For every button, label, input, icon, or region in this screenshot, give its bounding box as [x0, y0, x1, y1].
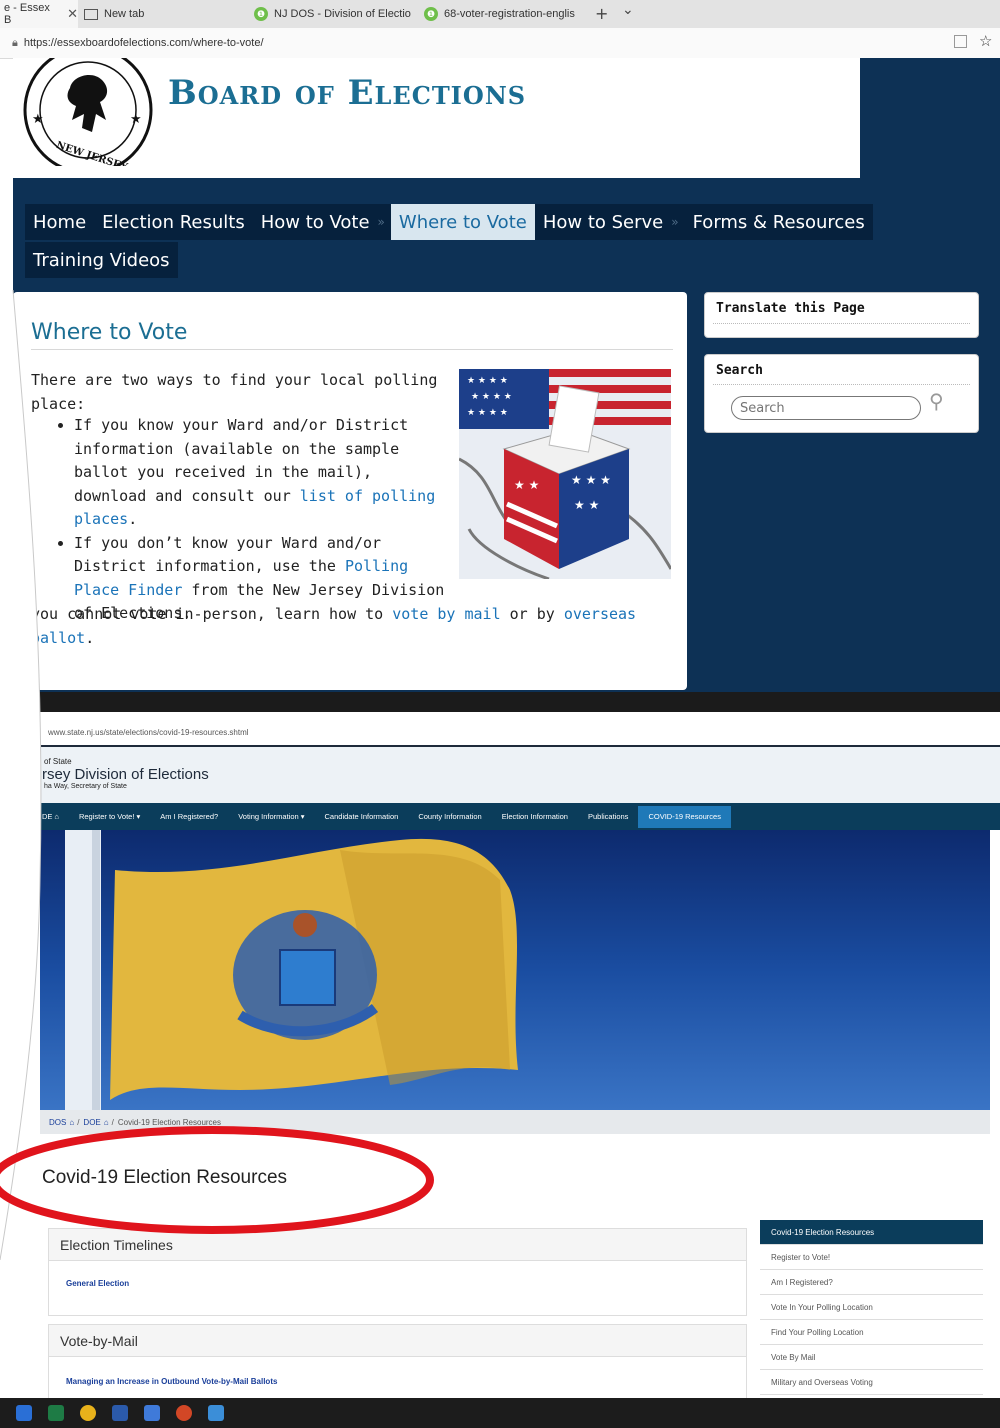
title-divider	[31, 349, 673, 350]
nj-header: of State rsey Division of Elections ha W…	[40, 747, 1000, 803]
outlook-icon[interactable]	[16, 1405, 32, 1421]
svg-text:★ ★ ★: ★ ★ ★	[571, 473, 611, 487]
bullet-text: If you don’t know your Ward and/or Distr…	[74, 533, 382, 576]
side-item-register[interactable]: Register to Vote!	[760, 1245, 983, 1270]
svg-text:★: ★	[130, 112, 142, 127]
translate-widget-title[interactable]: Translate this Page	[716, 301, 865, 316]
side-item-find-polling[interactable]: Find Your Polling Location	[760, 1320, 983, 1345]
tab-label: e - Essex B	[4, 2, 50, 26]
svg-text:★ ★: ★ ★	[574, 498, 599, 512]
general-election-link[interactable]: General Election	[66, 1279, 129, 1288]
main-nav: Home Election Results How to Vote » Wher…	[25, 204, 873, 240]
dropdown-chevron-icon: »	[377, 215, 385, 229]
search-widget: Search ⚲	[704, 354, 979, 433]
closing-text: .	[85, 628, 95, 647]
tab-nj-dos[interactable]: ❶ NJ DOS - Division of Electio	[250, 0, 418, 28]
site-title[interactable]: Board of Elections	[168, 73, 526, 113]
nj-nav-candidate-info[interactable]: Candidate Information	[315, 806, 409, 828]
favorite-star-icon[interactable]: ☆	[979, 32, 992, 50]
ballot-box-image: ★ ★ ★ ★ ★ ★ ★ ★ ★ ★ ★ ★ ★ ★ ★ ★ ★ ★ ★	[459, 369, 671, 579]
side-item-vote-by-mail[interactable]: Vote By Mail	[760, 1345, 983, 1370]
svg-text:★ ★ ★ ★: ★ ★ ★ ★	[467, 408, 508, 418]
nj-url-text[interactable]: www.state.nj.us/state/elections/covid-19…	[48, 728, 249, 737]
excel-icon[interactable]	[48, 1405, 64, 1421]
nj-nav-county-info[interactable]: County Information	[408, 806, 491, 828]
alternate-voting-text: you cannot vote in-person, learn how to …	[31, 603, 681, 650]
nj-flag-image	[65, 830, 518, 1110]
windows-taskbar	[0, 1398, 1000, 1428]
side-item-covid-resources[interactable]: Covid-19 Election Resources	[760, 1220, 983, 1245]
intro-text: There are two ways to find your local po…	[31, 371, 438, 413]
vote-by-mail-panel: Vote-by-Mail Managing an Increase in Out…	[48, 1324, 747, 1400]
nj-nav-voting-info[interactable]: Voting Information ▾	[228, 806, 314, 828]
closing-text: or by	[500, 605, 564, 623]
nav-how-to-serve[interactable]: How to Serve	[535, 204, 671, 240]
browser-tab-bar: e - Essex B ✕ New tab ❶ NJ DOS - Divisio…	[0, 0, 1000, 29]
powerpoint-icon[interactable]	[176, 1405, 192, 1421]
nav-how-to-vote[interactable]: How to Vote	[253, 204, 378, 240]
nj-nav-election-info[interactable]: Election Information	[492, 806, 578, 828]
word-icon[interactable]	[112, 1405, 128, 1421]
side-item-am-i-registered[interactable]: Am I Registered?	[760, 1270, 983, 1295]
nj-nav-publications[interactable]: Publications	[578, 806, 638, 828]
side-item-military-overseas[interactable]: Military and Overseas Voting	[760, 1370, 983, 1395]
screenshot-divider	[0, 692, 1000, 712]
nj-icon: ❶	[424, 7, 438, 21]
nav-election-results[interactable]: Election Results	[94, 204, 253, 240]
tab-voter-reg[interactable]: ❶ 68-voter-registration-englis	[420, 0, 588, 28]
chrome-icon[interactable]	[80, 1405, 96, 1421]
nj-nav-am-i-registered[interactable]: Am I Registered?	[150, 806, 228, 828]
nj-nav-covid-resources[interactable]: COVID-19 Resources	[638, 805, 731, 828]
red-annotation-circle	[0, 1126, 434, 1234]
nj-side-nav: Covid-19 Election Resources Register to …	[760, 1220, 983, 1400]
tab-menu-button[interactable]: ⌄	[622, 2, 634, 18]
lock-icon: 🔒︎	[12, 36, 18, 49]
newtab-icon	[84, 8, 98, 20]
nav-forms-resources[interactable]: Forms & Resources	[685, 204, 873, 240]
widget-divider	[713, 323, 970, 324]
teams-icon[interactable]	[144, 1405, 160, 1421]
tab-label: 68-voter-registration-englis	[444, 8, 575, 20]
instructions-list: If you know your Ward and/or District in…	[31, 414, 449, 626]
translate-widget: Translate this Page	[704, 292, 979, 338]
side-item-vote-in-polling[interactable]: Vote In Your Polling Location	[760, 1295, 983, 1320]
svg-text:★ ★ ★ ★: ★ ★ ★ ★	[471, 392, 512, 402]
svg-text:★ ★: ★ ★	[514, 478, 539, 492]
tab-label: NJ DOS - Division of Electio	[274, 8, 411, 20]
election-timelines-panel: Election Timelines General Election	[48, 1228, 747, 1316]
new-tab-button[interactable]: +	[595, 4, 608, 23]
search-icon[interactable]: ⚲	[929, 389, 944, 413]
outbound-vbm-link[interactable]: Managing an Increase in Outbound Vote-by…	[66, 1377, 277, 1386]
close-icon[interactable]: ✕	[67, 6, 78, 22]
nj-icon: ❶	[254, 7, 268, 21]
nav-where-to-vote[interactable]: Where to Vote	[390, 204, 535, 240]
panel-heading[interactable]: Vote-by-Mail	[49, 1325, 746, 1357]
bullet-text: .	[128, 510, 138, 528]
decorative-curve	[0, 60, 42, 1260]
tab-essex[interactable]: e - Essex B ✕	[0, 0, 78, 28]
nj-nav: DE ⌂ Register to Vote! ▾ Am I Registered?…	[40, 803, 1000, 830]
reading-view-icon[interactable]	[954, 35, 967, 48]
photos-icon[interactable]	[208, 1405, 224, 1421]
address-bar[interactable]: 🔒︎ https://essexboardofelections.com/whe…	[0, 28, 1000, 59]
list-item: If you know your Ward and/or District in…	[74, 414, 449, 532]
tab-label: New tab	[104, 8, 145, 20]
tab-new[interactable]: New tab	[80, 0, 245, 28]
closing-text: you cannot vote in-person, learn how to	[31, 605, 393, 623]
widget-divider	[713, 384, 970, 385]
dropdown-chevron-icon: »	[671, 215, 679, 229]
search-widget-title: Search	[716, 363, 763, 378]
svg-text:★ ★ ★ ★: ★ ★ ★ ★	[467, 376, 508, 386]
url-text[interactable]: https://essexboardofelections.com/where-…	[24, 37, 264, 49]
nj-flag-banner	[40, 830, 990, 1110]
search-input[interactable]	[731, 396, 921, 420]
nj-nav-register[interactable]: Register to Vote! ▾	[69, 806, 150, 828]
vote-by-mail-link[interactable]: vote by mail	[392, 605, 500, 623]
